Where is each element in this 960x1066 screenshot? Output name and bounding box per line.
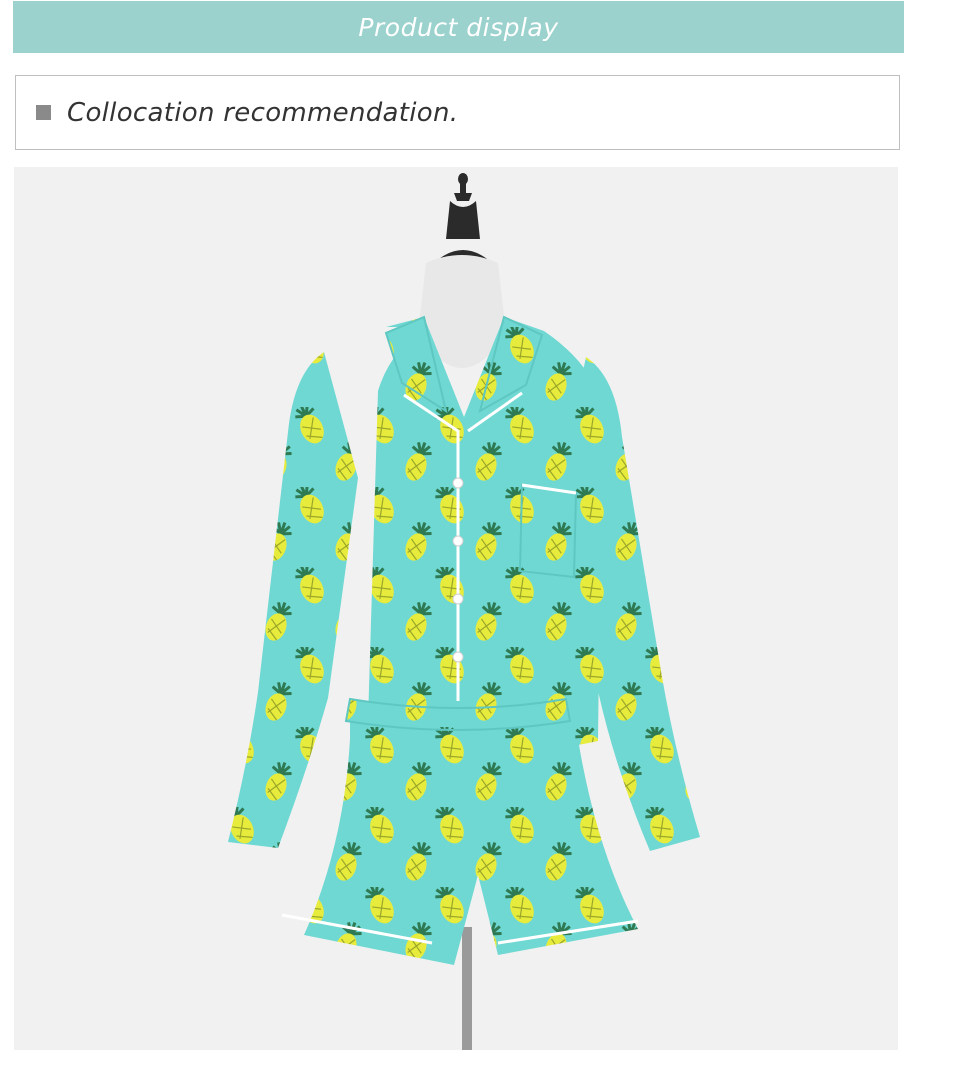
product-display-banner: Product display <box>13 1 904 53</box>
square-bullet-icon <box>36 105 51 120</box>
pajama-set-image <box>228 173 700 1050</box>
banner-title: Product display <box>358 12 559 42</box>
collocation-section-header: Collocation recommendation. <box>15 75 900 150</box>
section-label: Collocation recommendation. <box>67 97 459 128</box>
product-photo <box>14 167 898 1050</box>
